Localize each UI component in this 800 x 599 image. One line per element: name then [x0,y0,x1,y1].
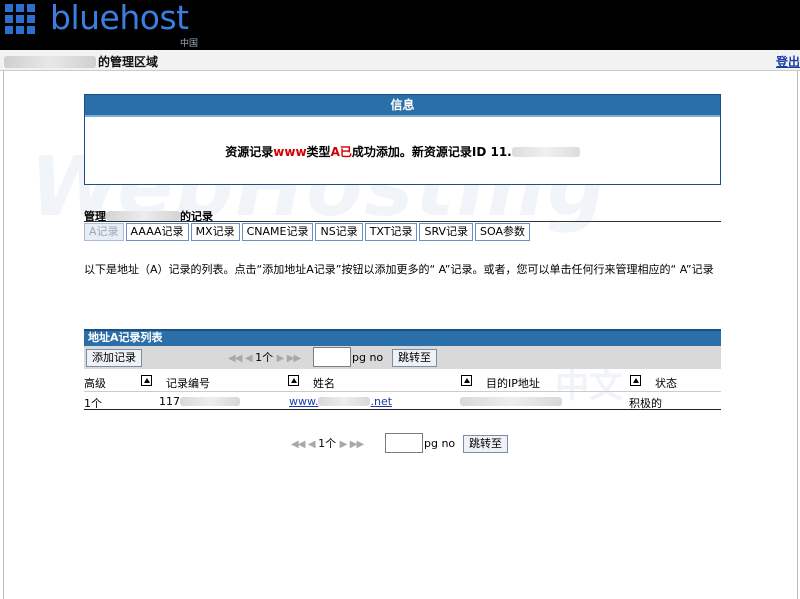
logout-link[interactable]: 登出 [776,53,800,70]
bottom-jump-button[interactable]: 跳转至 [463,435,508,453]
page-indicator: 1个 [318,437,337,450]
pg-no-label: pg no [352,351,384,364]
tab-srv[interactable]: SRV记录 [419,223,474,241]
bluehost-logo-icon [5,4,35,34]
logo-subtitle: 中国 [180,39,199,49]
tab-a[interactable]: A记录 [84,223,124,241]
next-page-icon[interactable]: ▶ [340,439,348,450]
sort-up-icon[interactable] [461,375,472,386]
bottom-page-number-input[interactable] [385,433,423,453]
prev-page-icon[interactable]: ◀ [245,353,253,364]
last-page-icon[interactable]: ▶▶ [350,439,364,450]
msg-text: 成功添加。新资源记录ID 11. [351,145,512,159]
add-record-button[interactable]: 添加记录 [86,349,142,367]
name-suffix: .net [370,395,393,408]
top-banner: bluehost 中国 [0,0,800,50]
tab-txt[interactable]: TXT记录 [364,223,418,241]
sort-up-icon[interactable] [288,375,299,386]
left-border [3,71,4,599]
page-title-text: 的管理区域 [98,55,159,69]
record-type-tabs: A记录 AAAA记录 MX记录 CNAME记录 NS记录 TXT记录 SRV记录… [84,223,532,241]
col-record-id: 记录编号 [166,377,210,390]
table-row[interactable]: 1个 117 www. .net 积极的 [84,393,721,410]
sort-up-icon[interactable] [630,375,641,386]
list-toolbar: 添加记录 ◀◀ ◀ 1个 ▶ ▶▶ pg no 跳转至 [84,346,721,369]
right-border [797,71,798,599]
jump-button[interactable]: 跳转至 [392,349,437,367]
msg-type: A已 [330,145,352,159]
divider [84,409,721,410]
cell-name-link[interactable]: www. .net [289,395,392,408]
redacted-ip [460,397,562,406]
first-page-icon[interactable]: ◀◀ [291,439,305,450]
last-page-icon[interactable]: ▶▶ [287,353,301,364]
next-page-icon[interactable]: ▶ [277,353,285,364]
col-dest-ip: 目的IP地址 [486,377,540,390]
cell-dest-ip [460,395,562,408]
redacted-id [511,147,580,157]
table-header: 高级 记录编号 姓名 目的IP地址 状态 [84,373,721,390]
tab-mx[interactable]: MX记录 [190,223,240,241]
tab-soa[interactable]: SOA参数 [475,223,531,241]
col-level: 高级 [84,377,106,390]
col-status: 状态 [655,377,677,390]
tab-ns[interactable]: NS记录 [315,223,363,241]
msg-host: www [273,145,307,159]
sort-up-icon[interactable] [141,375,152,386]
first-page-icon[interactable]: ◀◀ [228,353,242,364]
success-message: 资源记录www类型A已成功添加。新资源记录ID 11. [85,143,720,160]
divider [84,221,721,222]
redacted-domain [106,211,180,221]
col-name: 姓名 [313,377,335,390]
msg-text: 资源记录 [225,145,274,159]
redacted-id [180,397,240,406]
bottom-pager: ◀◀ ◀ 1个 ▶ ▶▶ [291,435,364,454]
name-prefix: www. [289,395,319,408]
redacted-domain [318,397,371,406]
list-title: 地址A记录列表 [84,329,721,346]
page-number-input[interactable] [313,347,351,367]
info-box-title: 信息 [85,95,720,117]
divider [84,391,721,392]
record-id-text: 117 [159,395,180,408]
info-box: 信息 资源记录www类型A已成功添加。新资源记录ID 11. [84,94,721,185]
msg-text: 类型 [306,145,331,159]
tab-cname[interactable]: CNAME记录 [241,223,314,241]
redacted-domain [4,56,96,68]
bottom-pg-no-label: pg no [424,437,456,450]
tab-aaaa[interactable]: AAAA记录 [125,223,189,241]
description-text: 以下是地址（A）记录的列表。点击“添加地址A记录”按钮以添加更多的“ A”记录。… [84,263,714,276]
sub-header-bar: 的管理区域 登出 [0,50,800,71]
pager: ◀◀ ◀ 1个 ▶ ▶▶ [228,349,301,368]
prev-page-icon[interactable]: ◀ [308,439,316,450]
cell-record-id: 117 [159,395,240,408]
logo-text: bluehost [50,0,189,37]
page-indicator: 1个 [255,351,274,364]
page-title: 的管理区域 [4,53,158,70]
